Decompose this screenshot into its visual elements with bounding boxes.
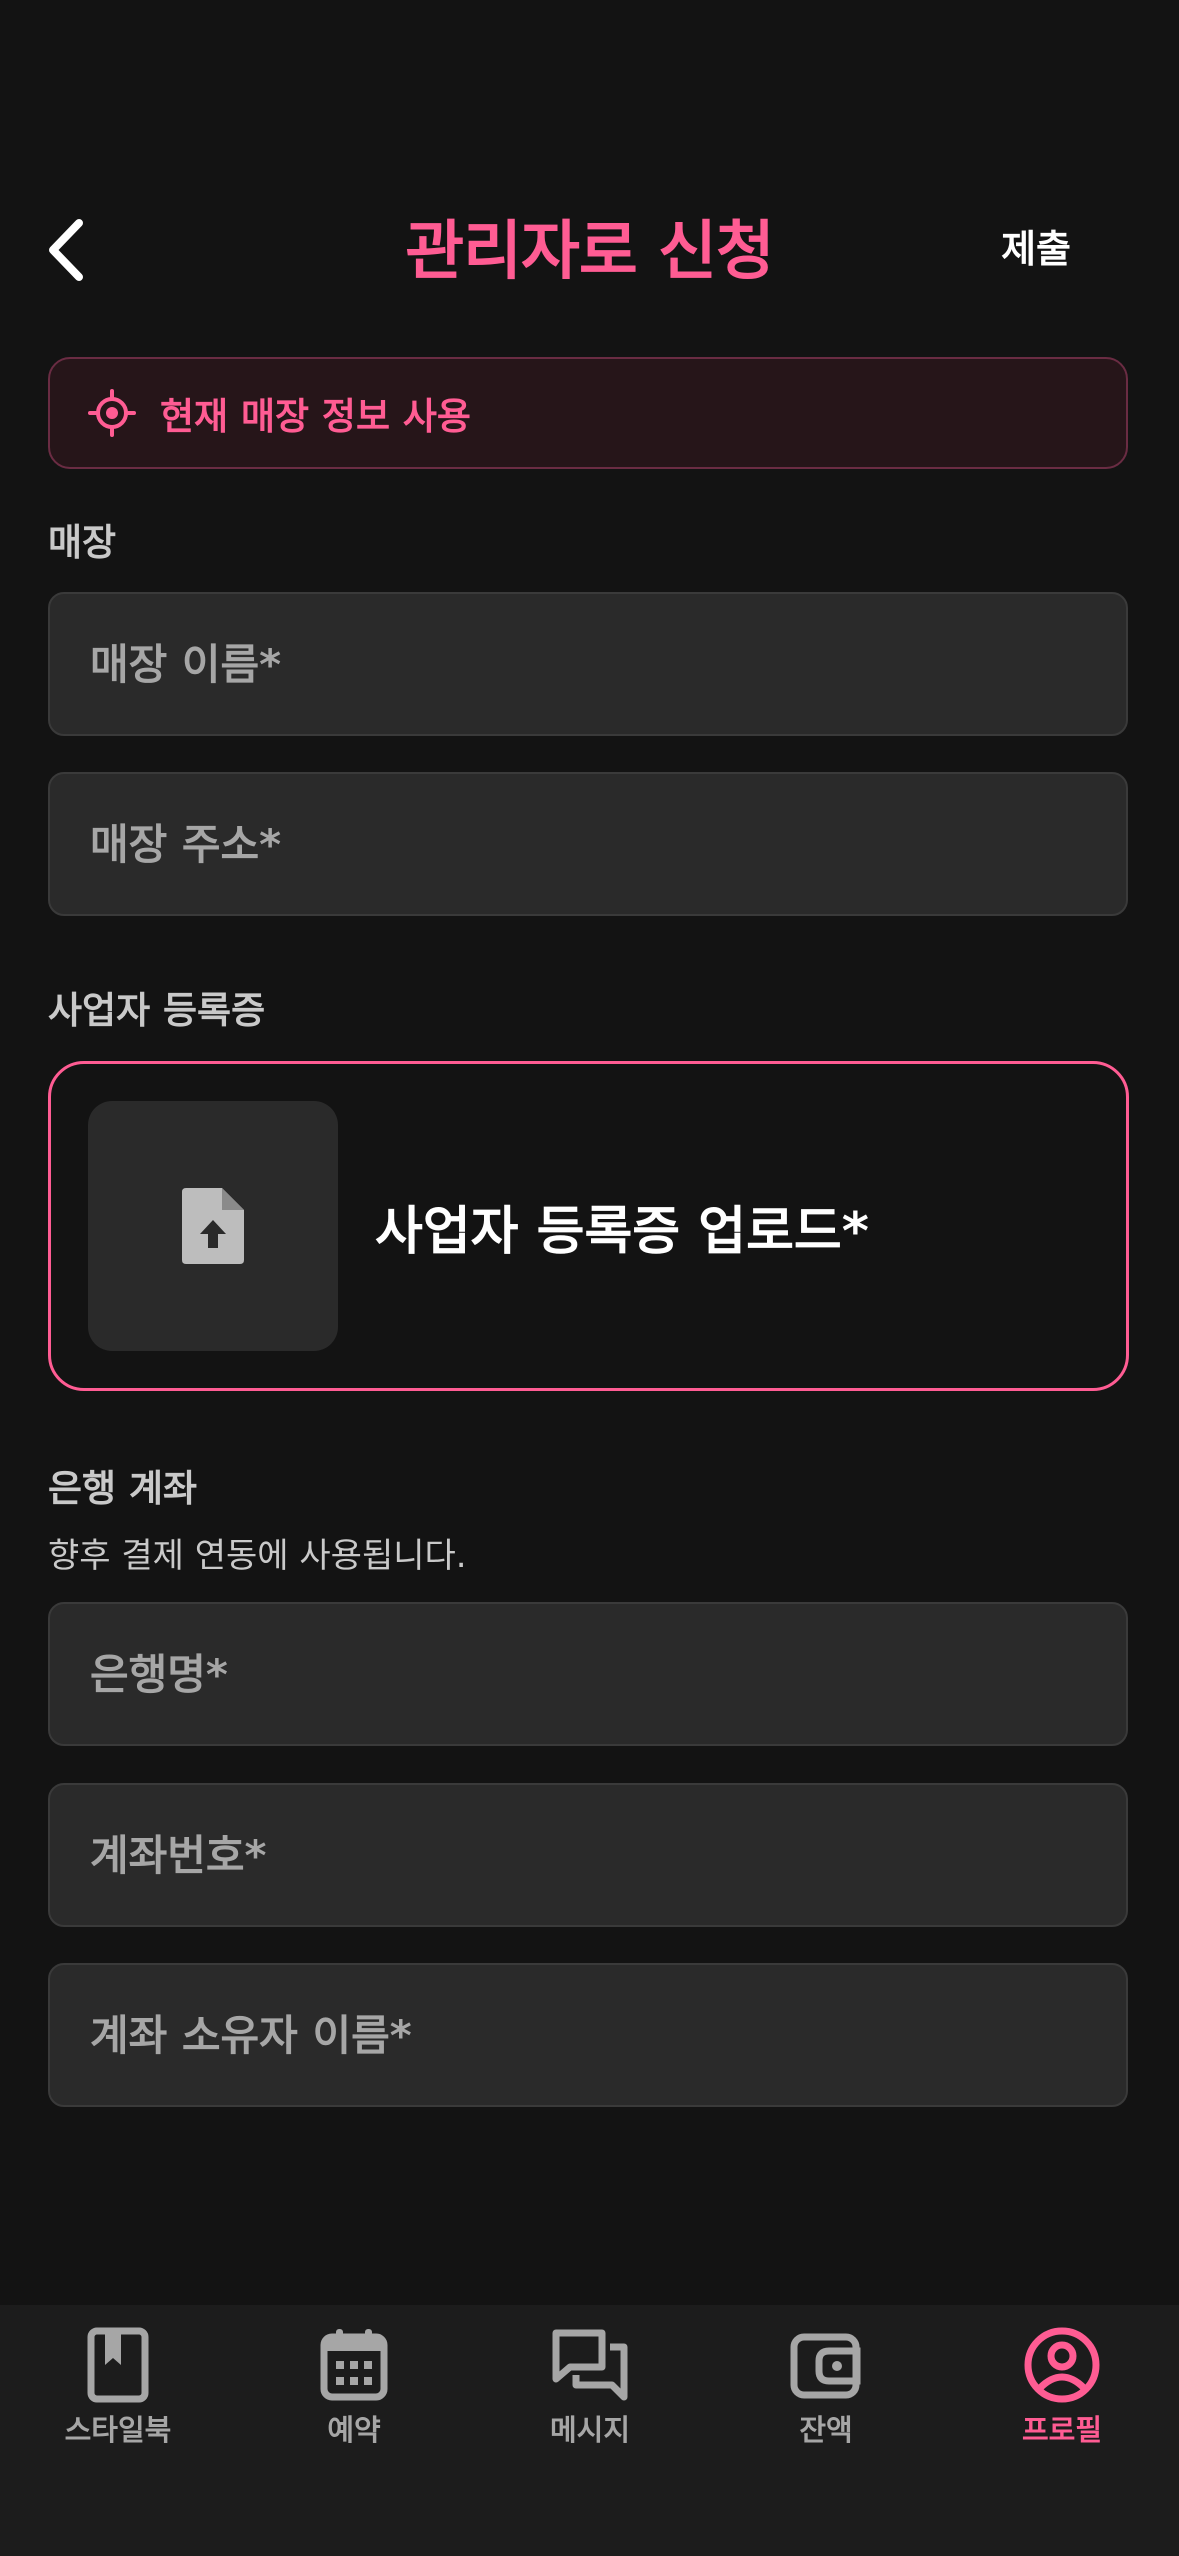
bottom-nav: 스타일북 예약 메시지 잔액 프로필 — [0, 2305, 1179, 2556]
use-current-store-label: 현재 매장 정보 사용 — [160, 395, 471, 438]
bank-account-description: 향후 결제 연동에 사용됩니다. — [48, 1536, 467, 1576]
location-target-icon — [88, 389, 136, 437]
account-number-input[interactable] — [50, 1785, 1126, 1925]
nav-label-reservation: 예약 — [327, 2413, 381, 2447]
bank-account-section-label: 은행 계좌 — [48, 1467, 198, 1510]
store-address-field[interactable] — [48, 772, 1128, 916]
store-address-input[interactable] — [50, 774, 1126, 914]
profile-icon — [1022, 2325, 1102, 2405]
nav-label-messages: 메시지 — [549, 2413, 631, 2447]
upload-thumbnail — [88, 1101, 338, 1351]
nav-item-profile[interactable]: 프로필 — [944, 2325, 1179, 2449]
nav-item-messages[interactable]: 메시지 — [472, 2325, 708, 2449]
upload-label: 사업자 등록증 업로드* — [375, 1202, 869, 1262]
nav-label-balance: 잔액 — [799, 2413, 853, 2447]
wallet-icon — [786, 2325, 866, 2405]
business-registration-upload[interactable]: 사업자 등록증 업로드* — [48, 1061, 1129, 1391]
nav-label-stylebook: 스타일북 — [64, 2413, 172, 2447]
nav-label-profile: 프로필 — [1021, 2413, 1103, 2447]
chat-icon — [550, 2325, 630, 2405]
nav-item-reservation[interactable]: 예약 — [236, 2325, 472, 2449]
store-name-input[interactable] — [50, 594, 1126, 734]
header: 관리자로 신청 제출 — [0, 170, 1179, 320]
business-registration-section-label: 사업자 등록증 — [48, 989, 266, 1032]
bank-name-field[interactable] — [48, 1602, 1128, 1746]
nav-item-balance[interactable]: 잔액 — [708, 2325, 944, 2449]
book-icon — [78, 2325, 158, 2405]
submit-button[interactable]: 제출 — [1001, 218, 1071, 273]
account-number-field[interactable] — [48, 1783, 1128, 1927]
use-current-store-button[interactable]: 현재 매장 정보 사용 — [48, 357, 1128, 469]
account-holder-input[interactable] — [50, 1965, 1126, 2105]
file-upload-icon — [182, 1188, 244, 1264]
bank-name-input[interactable] — [50, 1604, 1126, 1744]
store-name-field[interactable] — [48, 592, 1128, 736]
account-holder-field[interactable] — [48, 1963, 1128, 2107]
calendar-icon — [314, 2325, 394, 2405]
nav-item-stylebook[interactable]: 스타일북 — [0, 2325, 236, 2449]
store-section-label: 매장 — [48, 521, 117, 564]
